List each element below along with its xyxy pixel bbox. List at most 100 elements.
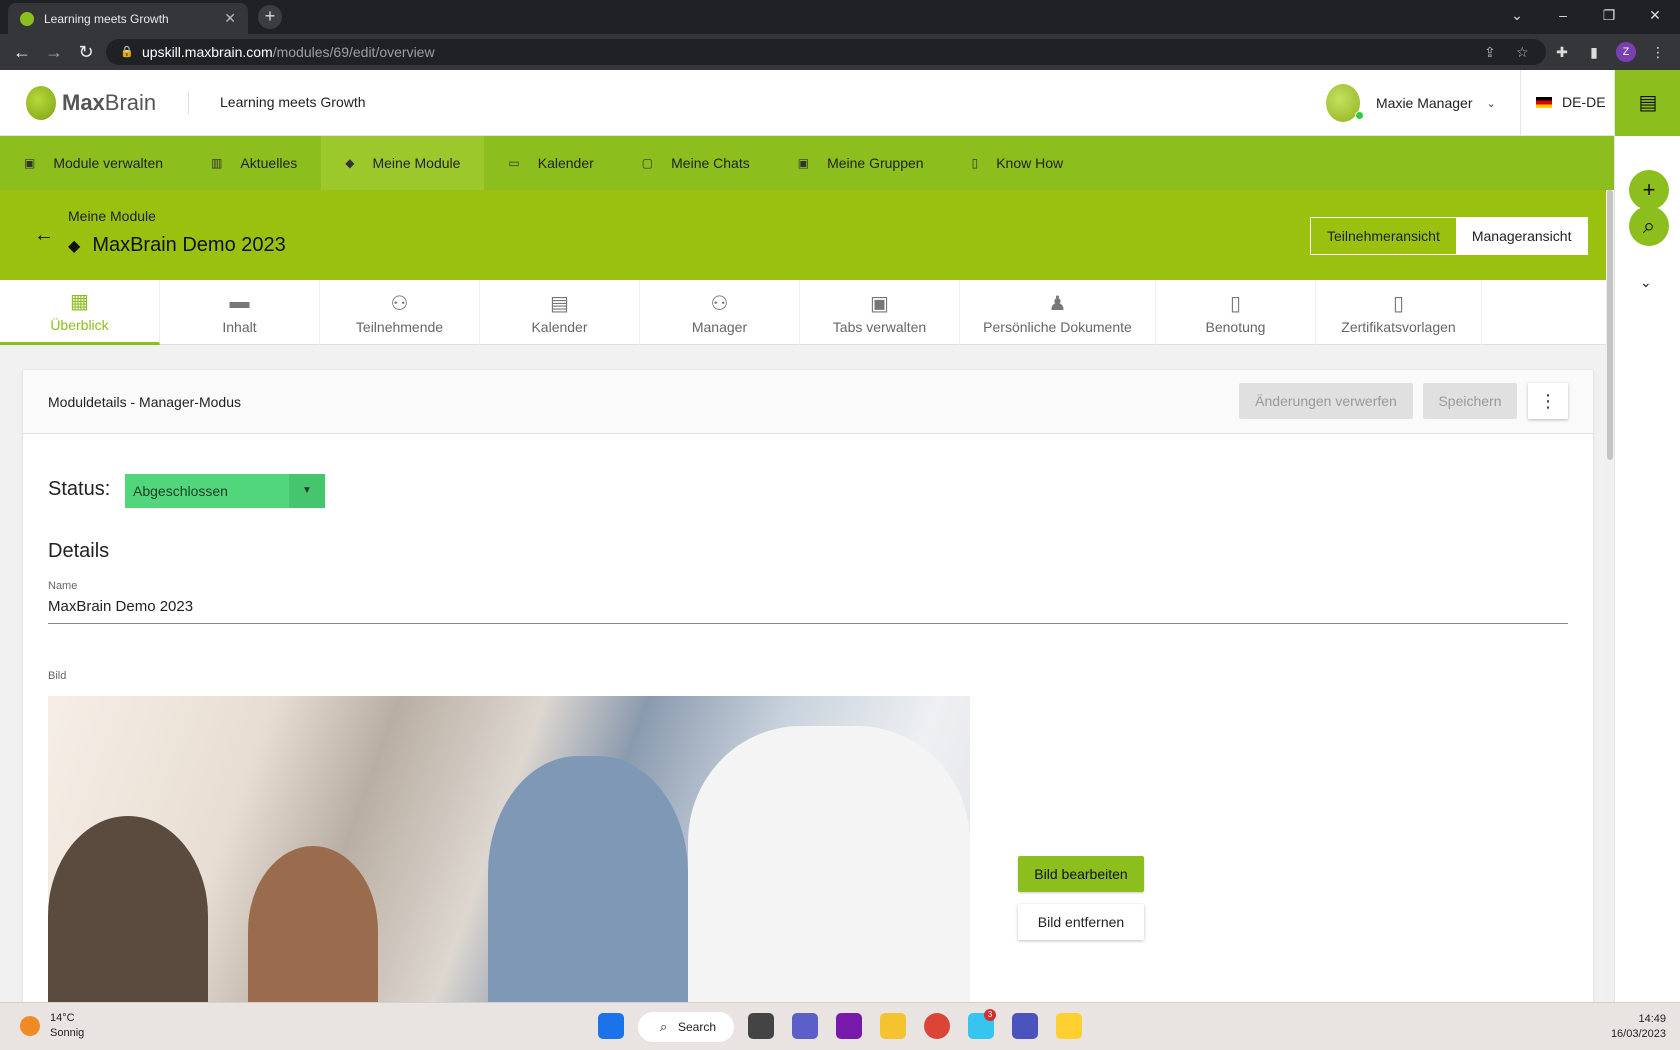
search-label: Search xyxy=(678,1020,717,1034)
user-menu[interactable]: Maxie Manager ⌄ xyxy=(1326,84,1496,122)
nav-label: Meine Chats xyxy=(671,155,750,171)
cert-doc-icon: ▯ xyxy=(1392,292,1404,315)
name-label: Name xyxy=(48,580,78,592)
tagline: Learning meets Growth xyxy=(220,94,366,110)
browser-toolbar: ← → ↻ 🔒 upskill.maxbrain.com/modules/69/… xyxy=(0,34,1680,70)
discard-changes-button[interactable]: Änderungen verwerfen xyxy=(1239,383,1413,419)
forward-arrow-icon[interactable]: → xyxy=(42,40,66,64)
file-explorer-icon[interactable] xyxy=(880,1013,906,1039)
people-icon: ⚇ xyxy=(710,292,729,315)
bookmark-star-icon[interactable]: ☆ xyxy=(1516,39,1529,65)
page-title: ◆ MaxBrain Demo 2023 xyxy=(68,234,286,257)
breadcrumb[interactable]: Meine Module xyxy=(68,208,156,224)
details-heading: Details xyxy=(48,540,110,562)
task-view-icon[interactable] xyxy=(748,1013,774,1039)
nav-meine-module[interactable]: ◆ Meine Module xyxy=(321,136,485,190)
card-header: Moduldetails - Manager-Modus Änderungen … xyxy=(23,370,1593,434)
browser-menu-icon[interactable]: ⋮ xyxy=(1648,42,1668,62)
more-options-icon[interactable]: ⋮ xyxy=(1528,383,1568,419)
close-window-button[interactable]: ✕ xyxy=(1632,0,1678,34)
tab-persoenliche-dokumente[interactable]: ♟ Persönliche Dokumente xyxy=(960,280,1156,345)
nav-meine-gruppen[interactable]: ▣ Meine Gruppen xyxy=(774,136,948,190)
nav-meine-chats[interactable]: ▢ Meine Chats xyxy=(618,136,774,190)
teams-icon[interactable] xyxy=(1012,1013,1038,1039)
tab-inhalt[interactable]: ▬ Inhalt xyxy=(160,280,320,345)
maxbrain-logo[interactable]: MaxBrain xyxy=(26,86,156,120)
brain-logo-icon xyxy=(26,86,56,120)
windows-taskbar: 14°C Sonnig ⌕ Search 3 14:49 16/03/2023 xyxy=(0,1002,1680,1050)
windows-start-icon[interactable] xyxy=(598,1013,624,1039)
close-tab-icon[interactable]: ✕ xyxy=(224,10,236,27)
weather-widget[interactable]: 14°C Sonnig xyxy=(20,1011,84,1041)
save-button[interactable]: Speichern xyxy=(1423,383,1517,419)
tab-label: Tabs verwalten xyxy=(832,318,927,335)
tab-zertifikatsvorlagen[interactable]: ▯ Zertifikatsvorlagen xyxy=(1316,280,1482,345)
status-select[interactable]: Abgeschlossen ▼ xyxy=(125,474,325,508)
minimize-button[interactable]: – xyxy=(1540,0,1586,34)
profile-avatar[interactable]: Z xyxy=(1616,42,1636,62)
nav-aktuelles[interactable]: ▥ Aktuelles xyxy=(187,136,321,190)
teams-chat-icon[interactable] xyxy=(792,1013,818,1039)
nav-label: Know How xyxy=(996,155,1064,171)
tab-ueberblick[interactable]: ▦ Überblick xyxy=(0,280,160,345)
tab-kalender[interactable]: ▤ Kalender xyxy=(480,280,640,345)
add-button[interactable]: + xyxy=(1629,170,1669,210)
side-panel-icon[interactable]: ▮ xyxy=(1584,42,1604,62)
tab-benotung[interactable]: ▯ Benotung xyxy=(1156,280,1316,345)
book-open-icon: ▯ xyxy=(971,156,979,170)
photo-figure xyxy=(488,756,688,1010)
user-avatar xyxy=(1326,84,1364,122)
header-divider xyxy=(188,92,189,114)
right-rail: ▤ + ⌕ ⌄ xyxy=(1614,70,1680,1002)
expand-chevron-icon[interactable]: ⌄ xyxy=(1640,274,1652,291)
browser-tab[interactable]: Learning meets Growth ✕ xyxy=(8,3,248,34)
taskbar-search[interactable]: ⌕ Search xyxy=(638,1012,734,1042)
nav-kalender[interactable]: ▭ Kalender xyxy=(484,136,617,190)
logo-text-light: Brain xyxy=(104,90,157,115)
edit-image-button[interactable]: Bild bearbeiten xyxy=(1018,856,1144,892)
dashboard-icon: ▦ xyxy=(70,291,89,313)
back-arrow-icon[interactable]: ← xyxy=(34,224,54,247)
module-image xyxy=(48,696,970,1010)
reload-icon[interactable]: ↻ xyxy=(74,40,98,64)
tab-teilnehmende[interactable]: ⚇ Teilnehmende xyxy=(320,280,480,345)
nav-know-how[interactable]: ▯ Know How xyxy=(948,136,1088,190)
address-bar[interactable]: 🔒 upskill.maxbrain.com/modules/69/edit/o… xyxy=(106,39,1546,65)
scrollbar-thumb[interactable] xyxy=(1607,190,1613,460)
status-value: Abgeschlossen xyxy=(133,483,228,499)
calendar-icon: ▭ xyxy=(508,156,520,170)
brain-favicon-icon xyxy=(20,11,34,26)
page-scrollbar[interactable] xyxy=(1606,190,1614,1002)
tab-search-chevron-icon[interactable]: ⌄ xyxy=(1494,0,1540,34)
tab-tabs-verwalten[interactable]: ▣ Tabs verwalten xyxy=(800,280,960,345)
nav-label: Meine Gruppen xyxy=(827,155,924,171)
main-navigation: ▣ Module verwalten ▥ Aktuelles ◆ Meine Modu… xyxy=(0,136,1614,190)
tab-label: Inhalt xyxy=(222,318,257,335)
books-icon: ▥ xyxy=(211,156,223,170)
language-selector[interactable]: DE-DE xyxy=(1536,94,1606,110)
participant-view-button[interactable]: Teilnehmeransicht xyxy=(1311,218,1456,254)
tab-manager[interactable]: ⚇ Manager xyxy=(640,280,800,345)
remove-image-button[interactable]: Bild entfernen xyxy=(1018,904,1144,940)
chrome-icon[interactable] xyxy=(924,1013,950,1039)
chat-icon[interactable]: ▤ xyxy=(1615,70,1680,136)
restore-button[interactable]: ❐ xyxy=(1586,0,1632,34)
taskbar-clock[interactable]: 14:49 16/03/2023 xyxy=(1590,1012,1666,1042)
share-icon[interactable]: ⇪ xyxy=(1484,39,1496,65)
manager-view-button[interactable]: Manageransicht xyxy=(1456,218,1588,254)
nav-label: Kalender xyxy=(537,155,594,171)
onenote-icon[interactable] xyxy=(836,1013,862,1039)
name-field[interactable]: MaxBrain Demo 2023 xyxy=(48,598,1568,624)
module-details-card: Moduldetails - Manager-Modus Änderungen … xyxy=(23,370,1593,1010)
miro-icon[interactable] xyxy=(1056,1013,1082,1039)
image-label: Bild xyxy=(48,670,67,682)
new-tab-button[interactable]: + xyxy=(258,5,282,29)
nav-module-verwalten[interactable]: ▣ Module verwalten xyxy=(0,136,187,190)
back-arrow-icon[interactable]: ← xyxy=(10,40,34,64)
graduation-cap-icon: ◆ xyxy=(68,237,81,255)
module-header: ← Meine Module ◆ MaxBrain Demo 2023 Teil… xyxy=(0,190,1614,280)
status-label: Status: xyxy=(48,478,111,500)
logo-text-bold: Max xyxy=(62,90,105,115)
search-button[interactable]: ⌕ xyxy=(1629,206,1669,246)
extensions-puzzle-icon[interactable]: ✚ xyxy=(1552,42,1572,62)
